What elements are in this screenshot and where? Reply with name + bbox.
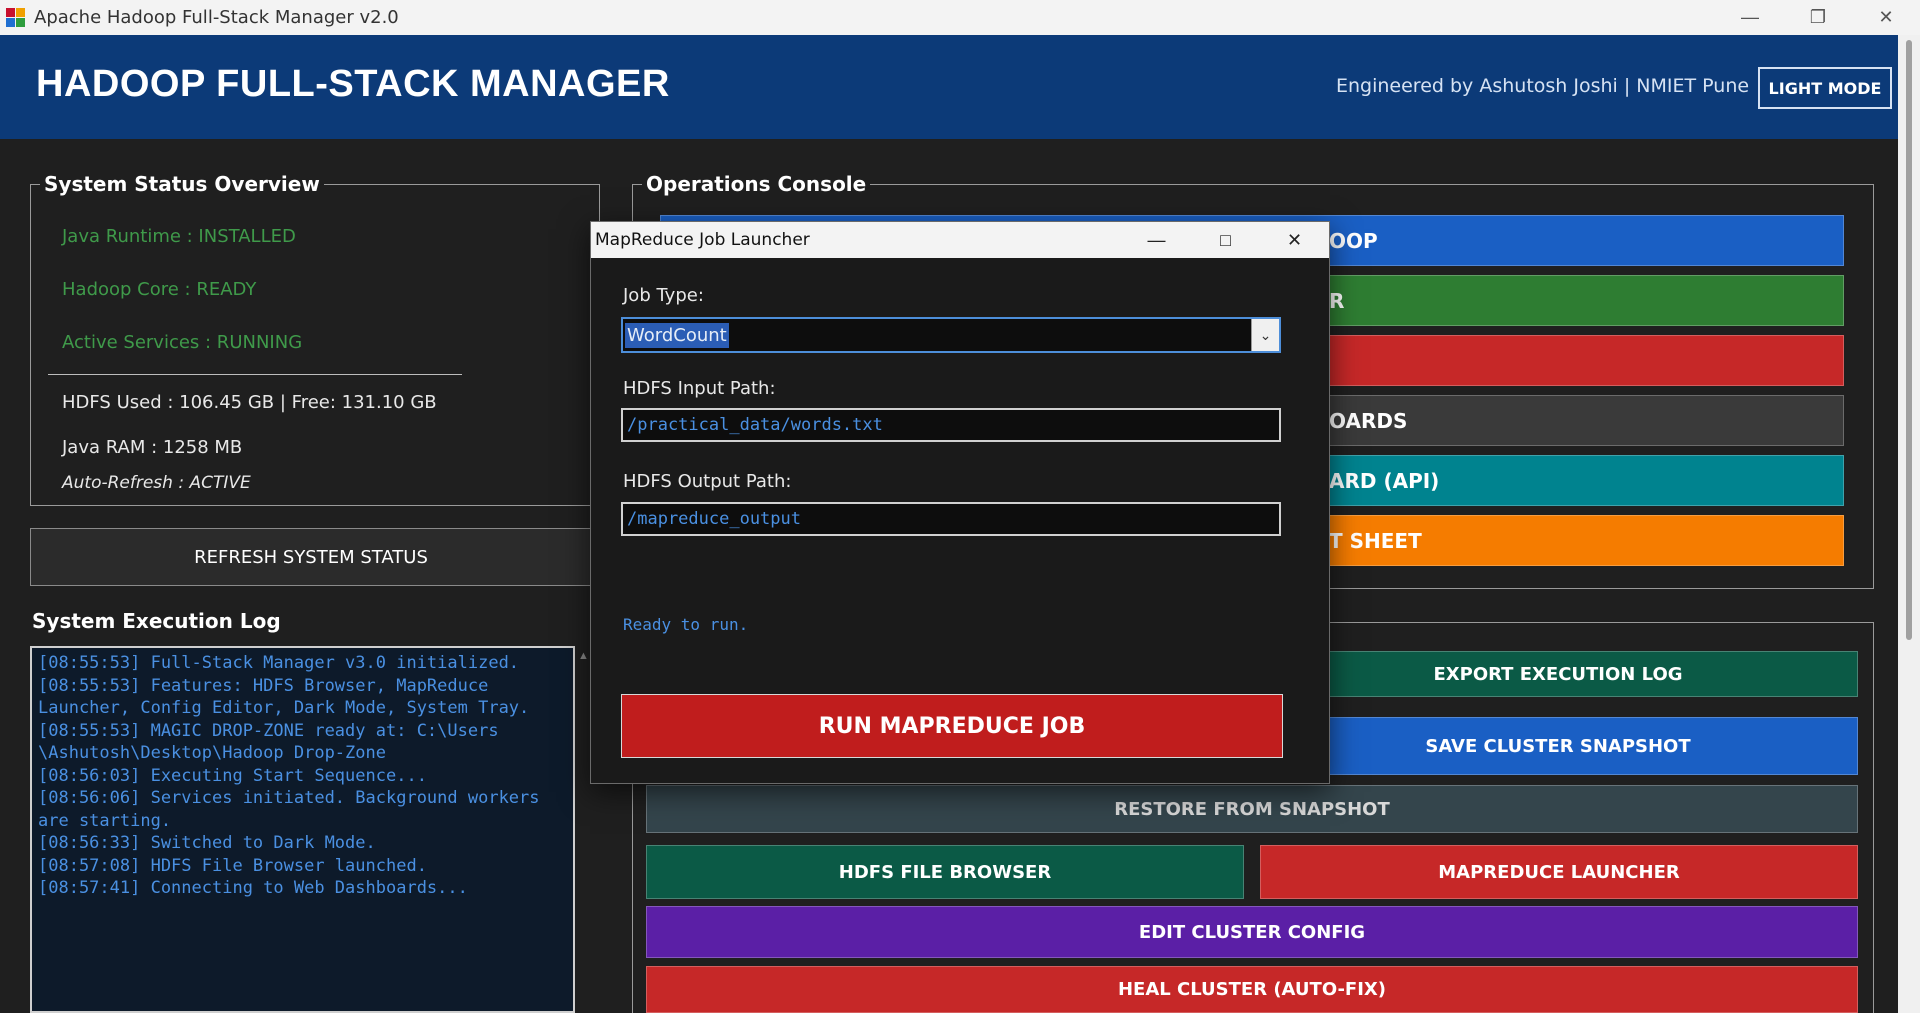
log-line: [08:56:06] Services initiated. Backgroun… (38, 788, 540, 808)
mapreduce-dialog: MapReduce Job Launcher — □ ✕ Job Type: W… (590, 221, 1330, 784)
light-mode-button[interactable]: LIGHT MODE (1758, 67, 1892, 109)
status-group-title: System Status Overview (40, 172, 324, 196)
credit-text: Engineered by Ashutosh Joshi | NMIET Pun… (1336, 75, 1750, 97)
window-titlebar: Apache Hadoop Full-Stack Manager v2.0 — … (0, 0, 1920, 35)
log-title: System Execution Log (32, 609, 281, 633)
app-icon (6, 7, 26, 28)
dialog-close-icon[interactable]: ✕ (1260, 222, 1329, 258)
java-runtime-status: Java Runtime : INSTALLED (62, 226, 296, 247)
dialog-minimize-icon[interactable]: — (1122, 222, 1191, 258)
export-log-button[interactable]: EXPORT EXECUTION LOG (1258, 651, 1858, 697)
brand-title: HADOOP FULL-STACK MANAGER (36, 63, 670, 105)
java-ram: Java RAM : 1258 MB (62, 437, 243, 458)
input-path-field[interactable]: /practical_data/words.txt (621, 408, 1281, 442)
dialog-maximize-icon[interactable]: □ (1191, 222, 1260, 258)
job-type-select[interactable]: WordCount ⌄ (621, 317, 1281, 353)
log-line: [08:57:41] Connecting to Web Dashboards.… (38, 878, 468, 898)
log-line: [08:55:53] Features: HDFS Browser, MapRe… (38, 675, 489, 696)
job-type-value: WordCount (625, 322, 729, 348)
heal-cluster-button[interactable]: HEAL CLUSTER (AUTO-FIX) (646, 966, 1858, 1013)
window-title: Apache Hadoop Full-Stack Manager v2.0 (34, 7, 399, 28)
refresh-status-button[interactable]: REFRESH SYSTEM STATUS (30, 528, 592, 586)
restore-snapshot-button[interactable]: RESTORE FROM SNAPSHOT (646, 785, 1858, 833)
active-services-status: Active Services : RUNNING (62, 332, 303, 353)
restore-icon[interactable]: ❐ (1784, 0, 1852, 35)
log-line: are starting. (38, 810, 172, 831)
operations-group-title: Operations Console (642, 172, 871, 196)
job-type-label: Job Type: (623, 285, 704, 306)
chevron-down-icon[interactable]: ⌄ (1251, 319, 1279, 351)
output-path-label: HDFS Output Path: (623, 471, 792, 492)
log-line: [08:56:33] Switched to Dark Mode. (38, 833, 376, 853)
log-line: [08:55:53] MAGIC DROP-ZONE ready at: C:\… (38, 720, 499, 741)
execution-log[interactable]: [08:55:53] Full-Stack Manager v3.0 initi… (30, 646, 575, 1013)
save-snapshot-button[interactable]: SAVE CLUSTER SNAPSHOT (1258, 717, 1858, 775)
hadoop-core-status: Hadoop Core : READY (62, 279, 257, 300)
log-line: [08:55:53] Full-Stack Manager v3.0 initi… (38, 653, 520, 673)
input-path-label: HDFS Input Path: (623, 378, 776, 399)
minimize-icon[interactable]: — (1716, 0, 1784, 35)
run-mapreduce-button[interactable]: RUN MAPREDUCE JOB (621, 694, 1283, 758)
scroll-up-icon[interactable]: ▲ (578, 650, 589, 662)
auto-refresh-status: Auto-Refresh : ACTIVE (62, 473, 251, 493)
log-line: [08:56:03] Executing Start Sequence... (38, 765, 427, 786)
output-path-field[interactable]: /mapreduce_output (621, 502, 1281, 536)
close-icon[interactable]: ✕ (1852, 0, 1920, 35)
app-header: HADOOP FULL-STACK MANAGER Engineered by … (0, 35, 1898, 139)
job-status-text: Ready to run. (623, 615, 749, 634)
log-line: Launcher, Config Editor, Dark Mode, Syst… (38, 698, 530, 718)
dialog-titlebar: MapReduce Job Launcher — □ ✕ (591, 222, 1329, 258)
dialog-title: MapReduce Job Launcher (595, 230, 810, 250)
scrollbar-thumb[interactable] (1906, 40, 1912, 640)
hdfs-usage: HDFS Used : 106.45 GB | Free: 131.10 GB (62, 392, 437, 413)
edit-cluster-config-button[interactable]: EDIT CLUSTER CONFIG (646, 906, 1858, 958)
log-line: [08:57:08] HDFS File Browser launched. (38, 855, 427, 876)
mapreduce-launcher-button[interactable]: MAPREDUCE LAUNCHER (1260, 845, 1858, 899)
log-line: \Ashutosh\Desktop\Hadoop Drop-Zone (38, 743, 386, 763)
status-divider (48, 374, 462, 375)
hdfs-file-browser-button[interactable]: HDFS FILE BROWSER (646, 845, 1244, 899)
